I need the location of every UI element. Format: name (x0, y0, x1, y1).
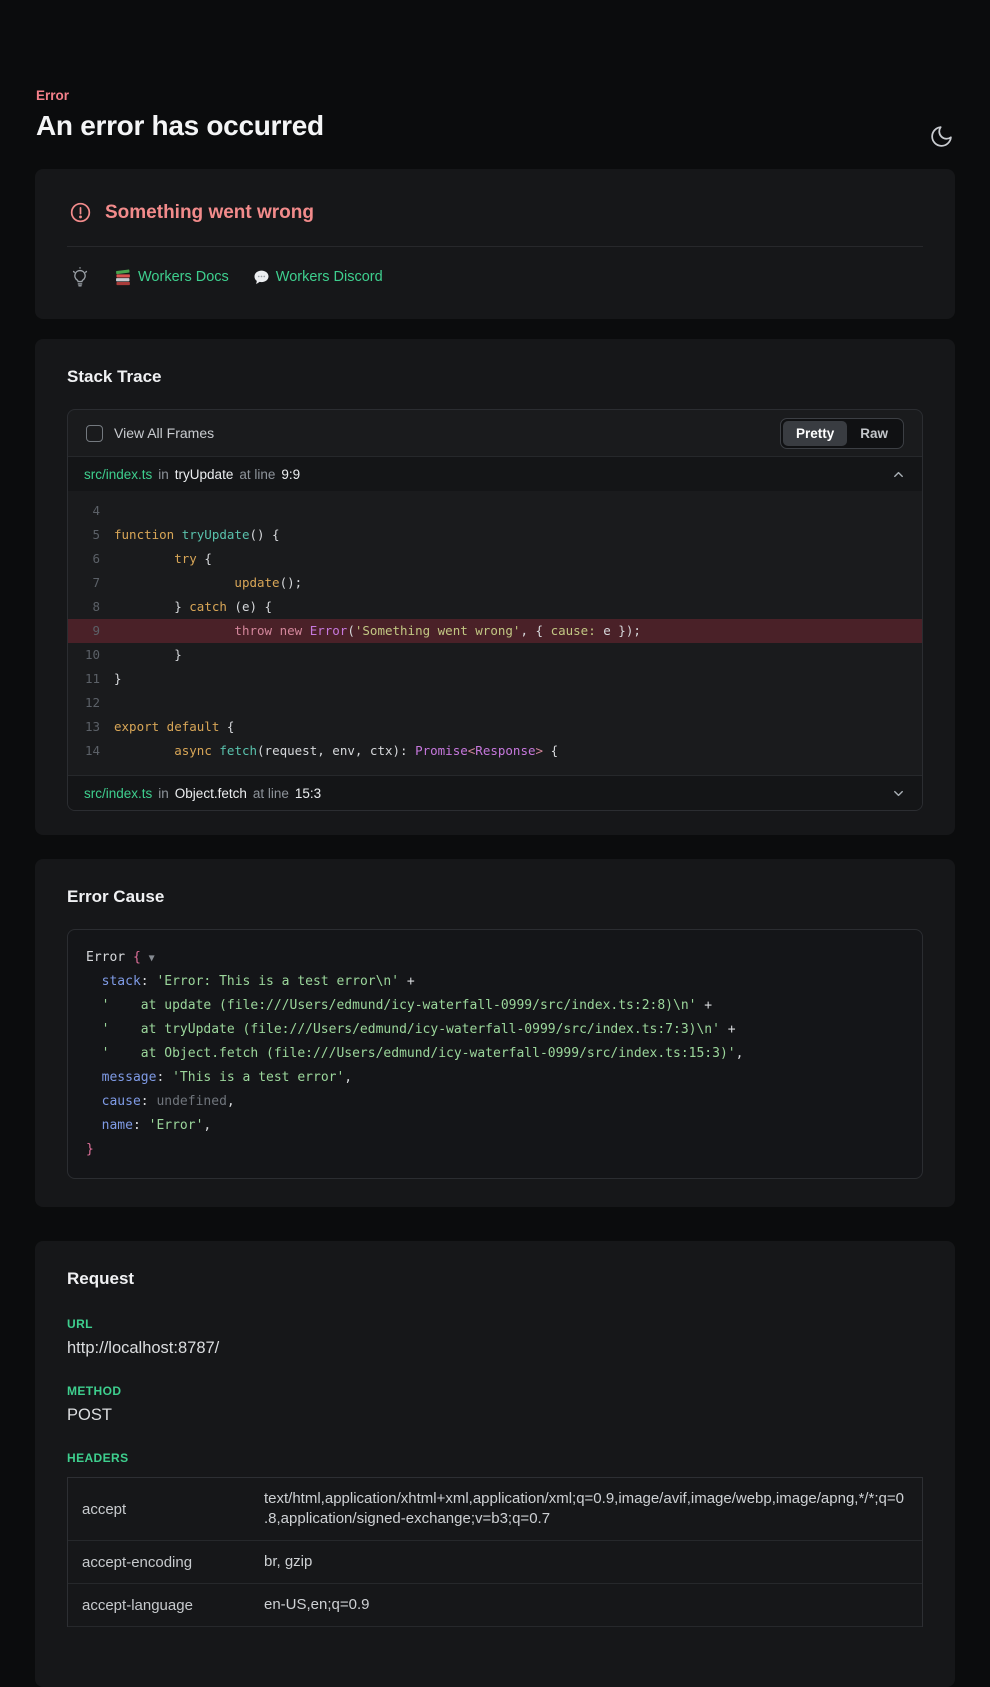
frame-file: src/index.ts (84, 786, 152, 801)
error-page: { "theme_colors": { "page_bg": "#0b0c0d"… (0, 88, 990, 1588)
books-icon (115, 269, 132, 286)
code-line-11: 11} (68, 667, 922, 691)
divider (67, 246, 923, 247)
view-all-frames-control[interactable]: View All Frames (86, 425, 214, 442)
frame-file: src/index.ts (84, 467, 152, 482)
code-line-4: 4 (68, 499, 922, 523)
request-card: Request URL http://localhost:8787/ METHO… (35, 1241, 955, 1687)
header-name: accept-encoding (68, 1541, 250, 1583)
chevron-down-icon (891, 786, 906, 801)
workers-discord-label: Workers Discord (276, 269, 383, 285)
chevron-up-icon (891, 467, 906, 482)
method-value: POST (67, 1406, 923, 1425)
moon-icon (929, 124, 954, 149)
pretty-raw-toggle: Pretty Raw (780, 418, 904, 449)
page-header: Error An error has occurred (36, 88, 954, 142)
code-block: 45function tryUpdate() {6 try {7 update(… (68, 491, 922, 775)
frame-in-label: in (158, 786, 169, 801)
frame-at-label: at line (239, 467, 275, 482)
theme-toggle-button[interactable] (926, 121, 956, 151)
code-line-14: 14 async fetch(request, env, ctx): Promi… (68, 739, 922, 763)
error-cause-line: ' at update (file:///Users/edmund/icy-wa… (86, 994, 904, 1018)
method-label: METHOD (67, 1384, 923, 1398)
lightbulb-icon (69, 265, 91, 289)
stack-trace-card: Stack Trace View All Frames Pretty Raw s… (35, 339, 955, 835)
header-name: accept (68, 1478, 250, 1540)
workers-docs-link[interactable]: Workers Docs (115, 269, 229, 286)
error-cause-line: } (86, 1138, 904, 1162)
error-cause-line: ' at Object.fetch (file:///Users/edmund/… (86, 1042, 904, 1066)
request-heading: Request (67, 1269, 923, 1289)
frame-in-label: in (158, 467, 169, 482)
stack-trace-toolbar: View All Frames Pretty Raw (68, 410, 922, 456)
header-value: text/html,application/xhtml+xml,applicat… (250, 1478, 922, 1540)
header-row: accept-languageen-US,en;q=0.9 (68, 1584, 922, 1627)
error-cause-panel: Error { ▼ stack: 'Error: This is a test … (67, 929, 923, 1179)
workers-docs-label: Workers Docs (138, 269, 229, 285)
header-name: accept-language (68, 1584, 250, 1626)
error-cause-line: ' at tryUpdate (file:///Users/edmund/icy… (86, 1018, 904, 1042)
frame-at-label: at line (253, 786, 289, 801)
code-line-9: 9 throw new Error('Something went wrong'… (68, 619, 922, 643)
error-cause-card: Error Cause Error { ▼ stack: 'Error: Thi… (35, 859, 955, 1207)
code-line-6: 6 try { (68, 547, 922, 571)
page-title: An error has occurred (36, 110, 954, 142)
frame-line: 9:9 (281, 467, 300, 482)
code-line-10: 10 } (68, 643, 922, 667)
alert-circle-icon (69, 201, 92, 224)
code-line-8: 8 } catch (e) { (68, 595, 922, 619)
frame-line: 15:3 (295, 786, 321, 801)
stack-frame-header-tryupdate[interactable]: src/index.ts in tryUpdate at line 9:9 (68, 456, 922, 491)
error-cause-line: cause: undefined, (86, 1090, 904, 1114)
code-line-7: 7 update(); (68, 571, 922, 595)
url-value: http://localhost:8787/ (67, 1339, 923, 1358)
alert-card: Something went wrong Workers Docs Worker… (35, 169, 955, 319)
code-line-5: 5function tryUpdate() { (68, 523, 922, 547)
view-all-frames-checkbox[interactable] (86, 425, 103, 442)
stack-frame-header-objectfetch[interactable]: src/index.ts in Object.fetch at line 15:… (68, 775, 922, 810)
error-eyebrow: Error (36, 88, 954, 103)
code-line-12: 12 (68, 691, 922, 715)
stack-trace-panel: View All Frames Pretty Raw src/index.ts … (67, 409, 923, 811)
error-cause-line: Error { ▼ (86, 946, 904, 970)
pretty-button[interactable]: Pretty (783, 421, 847, 446)
error-cause-line: message: 'This is a test error', (86, 1066, 904, 1090)
url-label: URL (67, 1317, 923, 1331)
help-links-row: Workers Docs Workers Discord (67, 265, 923, 289)
error-cause-heading: Error Cause (67, 887, 923, 907)
error-cause-line: stack: 'Error: This is a test error\n' + (86, 970, 904, 994)
error-cause-line: name: 'Error', (86, 1114, 904, 1138)
workers-discord-link[interactable]: Workers Discord (253, 269, 383, 286)
alert-title: Something went wrong (105, 202, 314, 224)
header-row: accepttext/html,application/xhtml+xml,ap… (68, 1478, 922, 1541)
header-value: br, gzip (250, 1541, 922, 1583)
headers-label: HEADERS (67, 1451, 923, 1465)
collapse-toggle-icon[interactable]: ▼ (149, 953, 155, 964)
speech-balloon-icon (253, 269, 270, 286)
header-value: en-US,en;q=0.9 (250, 1584, 922, 1626)
alert-head: Something went wrong (67, 193, 923, 226)
code-line-13: 13export default { (68, 715, 922, 739)
raw-button[interactable]: Raw (847, 421, 901, 446)
frame-function: tryUpdate (175, 467, 234, 482)
stack-trace-heading: Stack Trace (67, 367, 923, 387)
header-row: accept-encodingbr, gzip (68, 1541, 922, 1584)
view-all-frames-label: View All Frames (114, 425, 214, 441)
frame-function: Object.fetch (175, 786, 247, 801)
